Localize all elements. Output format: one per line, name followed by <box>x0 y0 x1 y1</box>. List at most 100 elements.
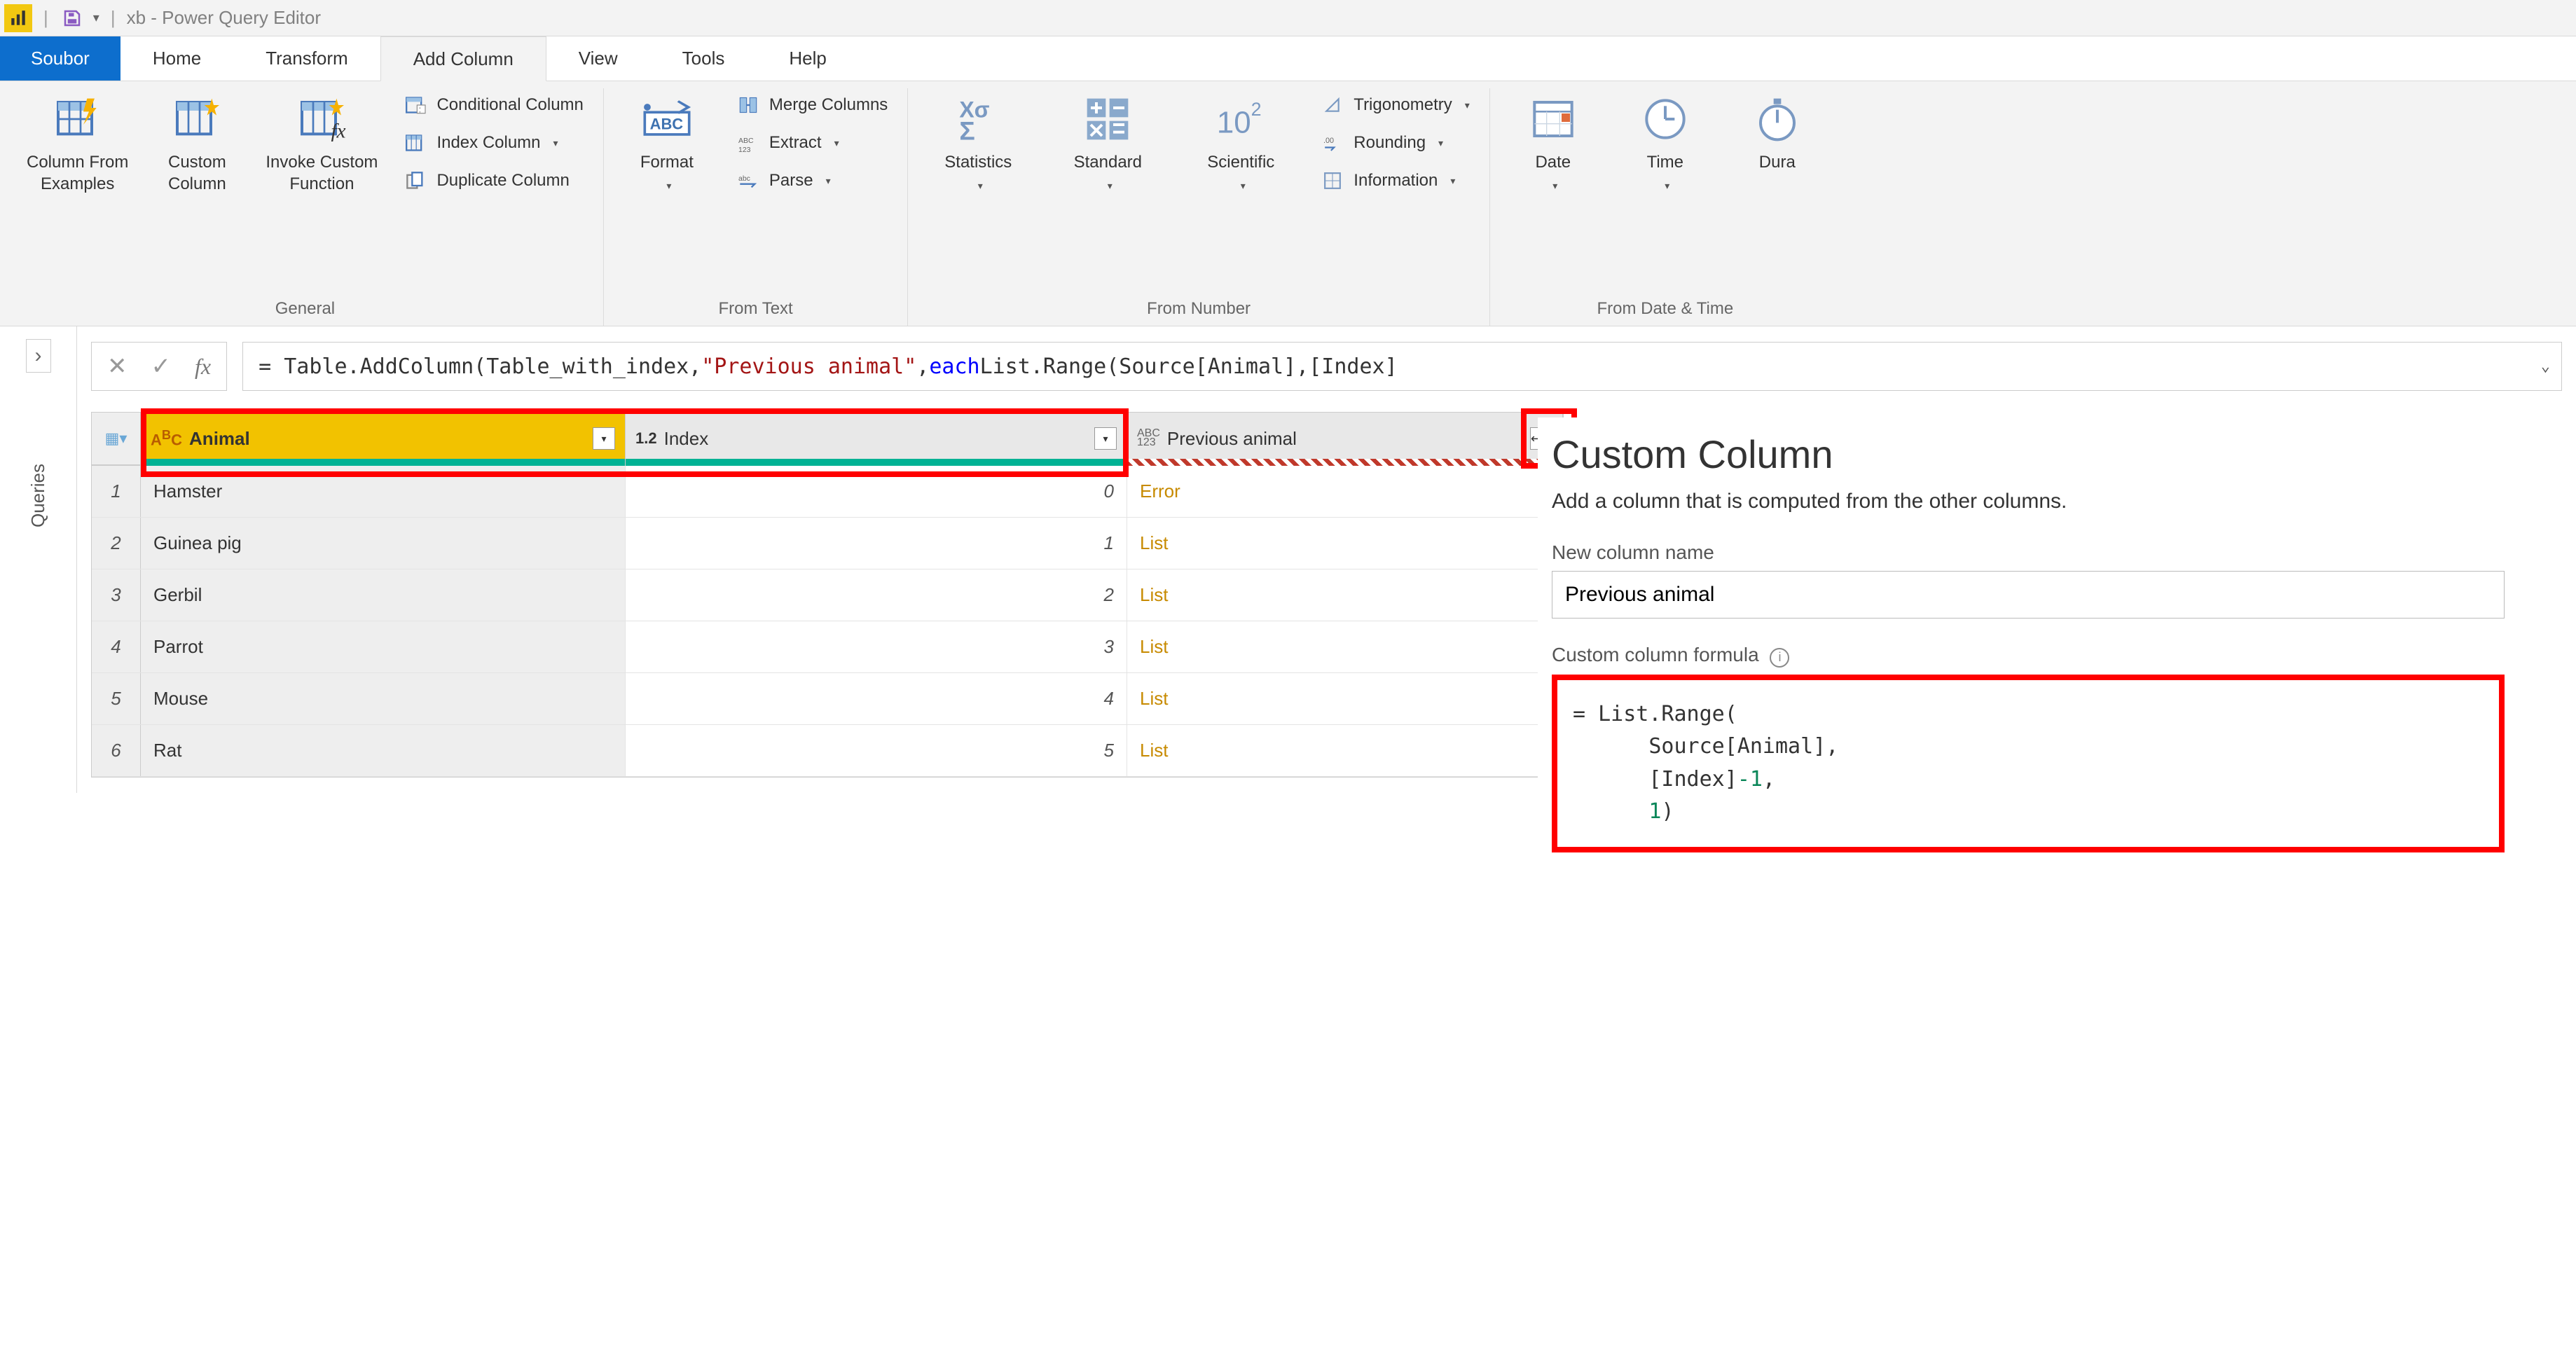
ribbon: Column From Examples Custom Column fx In… <box>0 81 2576 326</box>
custom-column-button[interactable]: Custom Column <box>148 88 246 195</box>
svg-text:Σ: Σ <box>960 116 975 141</box>
svg-text:.00: .00 <box>1323 137 1334 145</box>
table-lightning-icon <box>50 94 105 144</box>
index-column-button[interactable]: Index Column ▾ <box>397 129 588 157</box>
chevron-down-icon: ▾ <box>1450 175 1455 187</box>
column-from-examples-button[interactable]: Column From Examples <box>21 88 134 195</box>
table-select-icon[interactable]: ▦▾ <box>92 413 141 464</box>
duplicate-column-button[interactable]: Duplicate Column <box>397 167 588 195</box>
sigma-icon: XσΣ <box>951 94 1005 144</box>
invoke-custom-function-button[interactable]: fx Invoke Custom Function <box>260 88 383 195</box>
data-table: ▦▾ ABC Animal ▾ 1.2 Index ▾ <box>91 412 1564 778</box>
tab-home[interactable]: Home <box>120 36 233 81</box>
svg-text:2: 2 <box>1251 99 1262 120</box>
duplicate-column-icon <box>403 170 428 192</box>
commit-formula-icon[interactable]: ✓ <box>151 352 172 380</box>
conditional-column-button[interactable]: : Conditional Column <box>397 91 588 119</box>
ribbon-group-from-datetime: Date ▾ Time ▾ Dura From Date & T <box>1490 88 1840 326</box>
cell-index[interactable]: 4 <box>626 673 1127 724</box>
filter-dropdown-icon[interactable]: ▾ <box>593 427 615 450</box>
extract-button[interactable]: ABC123 Extract ▾ <box>730 129 893 157</box>
extract-icon: ABC123 <box>736 132 761 154</box>
row-number: 4 <box>92 621 141 672</box>
cell-animal[interactable]: Hamster <box>141 466 626 517</box>
cell-previous[interactable]: List <box>1127 673 1563 724</box>
rounding-button[interactable]: .00 Rounding ▾ <box>1314 129 1475 157</box>
formula-input[interactable]: = Table.AddColumn(Table_with_index, "Pre… <box>242 342 2562 391</box>
tab-file[interactable]: Soubor <box>0 36 120 81</box>
table-row[interactable]: 4Parrot3List <box>92 621 1563 673</box>
new-column-name-input[interactable] <box>1552 571 2505 619</box>
svg-text::: : <box>419 104 422 115</box>
cell-previous[interactable]: List <box>1127 725 1563 776</box>
statistics-button[interactable]: XσΣ Statistics ▾ <box>922 88 1034 192</box>
row-number: 1 <box>92 466 141 517</box>
save-icon[interactable] <box>60 6 85 31</box>
expand-queries-icon[interactable]: › <box>26 339 51 373</box>
tab-transform[interactable]: Transform <box>233 36 380 81</box>
table-row[interactable]: 1Hamster0Error <box>92 466 1563 518</box>
column-header-previous-animal[interactable]: ABC123 Previous animal ↤↦ <box>1127 413 1563 464</box>
text-type-icon: ABC <box>151 427 182 449</box>
fx-icon[interactable]: fx <box>195 354 211 380</box>
cancel-formula-icon[interactable]: ✕ <box>107 352 128 380</box>
cell-previous[interactable]: List <box>1127 569 1563 621</box>
merge-columns-button[interactable]: Merge Columns <box>730 91 893 119</box>
cell-animal[interactable]: Rat <box>141 725 626 776</box>
cell-animal[interactable]: Guinea pig <box>141 518 626 569</box>
new-column-name-label: New column name <box>1552 541 2505 564</box>
index-column-icon <box>403 132 428 154</box>
cell-previous[interactable]: List <box>1127 518 1563 569</box>
chevron-down-icon: ▾ <box>1465 99 1470 111</box>
column-header-index[interactable]: 1.2 Index ▾ <box>626 413 1127 464</box>
svg-text:123: 123 <box>738 146 751 153</box>
cell-animal[interactable]: Gerbil <box>141 569 626 621</box>
title-bar: | ▾ | xb - Power Query Editor <box>0 0 2576 36</box>
cell-previous[interactable]: List <box>1127 621 1563 672</box>
triangle-icon <box>1320 94 1345 116</box>
chevron-down-icon: ▾ <box>1438 137 1443 149</box>
cell-index[interactable]: 3 <box>626 621 1127 672</box>
parse-button[interactable]: abc Parse ▾ <box>730 167 893 195</box>
cell-index[interactable]: 2 <box>626 569 1127 621</box>
custom-formula-input[interactable]: = List.Range( Source[Animal], [Index]-1,… <box>1552 675 2505 852</box>
panel-title: Custom Column <box>1552 431 2505 477</box>
tab-view[interactable]: View <box>546 36 650 81</box>
calculator-icon <box>1080 94 1135 144</box>
column-header-animal[interactable]: ABC Animal ▾ <box>141 413 626 464</box>
queries-label: Queries <box>27 464 49 527</box>
cell-index[interactable]: 5 <box>626 725 1127 776</box>
svg-text:abc: abc <box>738 174 750 183</box>
format-button[interactable]: ABC Format ▾ <box>618 88 716 192</box>
date-button[interactable]: Date ▾ <box>1504 88 1602 192</box>
info-icon[interactable]: i <box>1770 648 1789 668</box>
cell-previous[interactable]: Error <box>1127 466 1563 517</box>
table-row[interactable]: 2Guinea pig1List <box>92 518 1563 569</box>
filter-dropdown-icon[interactable]: ▾ <box>1094 427 1117 450</box>
expand-formula-icon[interactable]: ⌄ <box>2541 358 2550 375</box>
table-row[interactable]: 6Rat5List <box>92 725 1563 777</box>
cell-animal[interactable]: Mouse <box>141 673 626 724</box>
tab-help[interactable]: Help <box>757 36 858 81</box>
merge-columns-icon <box>736 94 761 116</box>
cell-animal[interactable]: Parrot <box>141 621 626 672</box>
time-button[interactable]: Time ▾ <box>1616 88 1714 192</box>
trigonometry-button[interactable]: Trigonometry ▾ <box>1314 91 1475 119</box>
standard-button[interactable]: Standard ▾ <box>1048 88 1167 192</box>
any-type-icon: ABC123 <box>1137 429 1160 448</box>
quick-access-dropdown-icon[interactable]: ▾ <box>93 11 99 25</box>
rounding-icon: .00 <box>1320 132 1345 154</box>
tab-tools[interactable]: Tools <box>650 36 757 81</box>
decimal-type-icon: 1.2 <box>635 429 657 448</box>
tab-add-column[interactable]: Add Column <box>380 36 546 81</box>
duration-button[interactable]: Dura <box>1728 88 1826 173</box>
table-row[interactable]: 5Mouse4List <box>92 673 1563 725</box>
scientific-button[interactable]: 102 Scientific ▾ <box>1181 88 1300 192</box>
chevron-down-icon: ▾ <box>1241 180 1246 192</box>
table-row[interactable]: 3Gerbil2List <box>92 569 1563 621</box>
information-button[interactable]: Information ▾ <box>1314 167 1475 195</box>
ribbon-group-from-number: XσΣ Statistics ▾ Standard ▾ 102 Sc <box>908 88 1490 326</box>
cell-index[interactable]: 1 <box>626 518 1127 569</box>
table-fx-icon: fx <box>294 94 349 144</box>
cell-index[interactable]: 0 <box>626 466 1127 517</box>
